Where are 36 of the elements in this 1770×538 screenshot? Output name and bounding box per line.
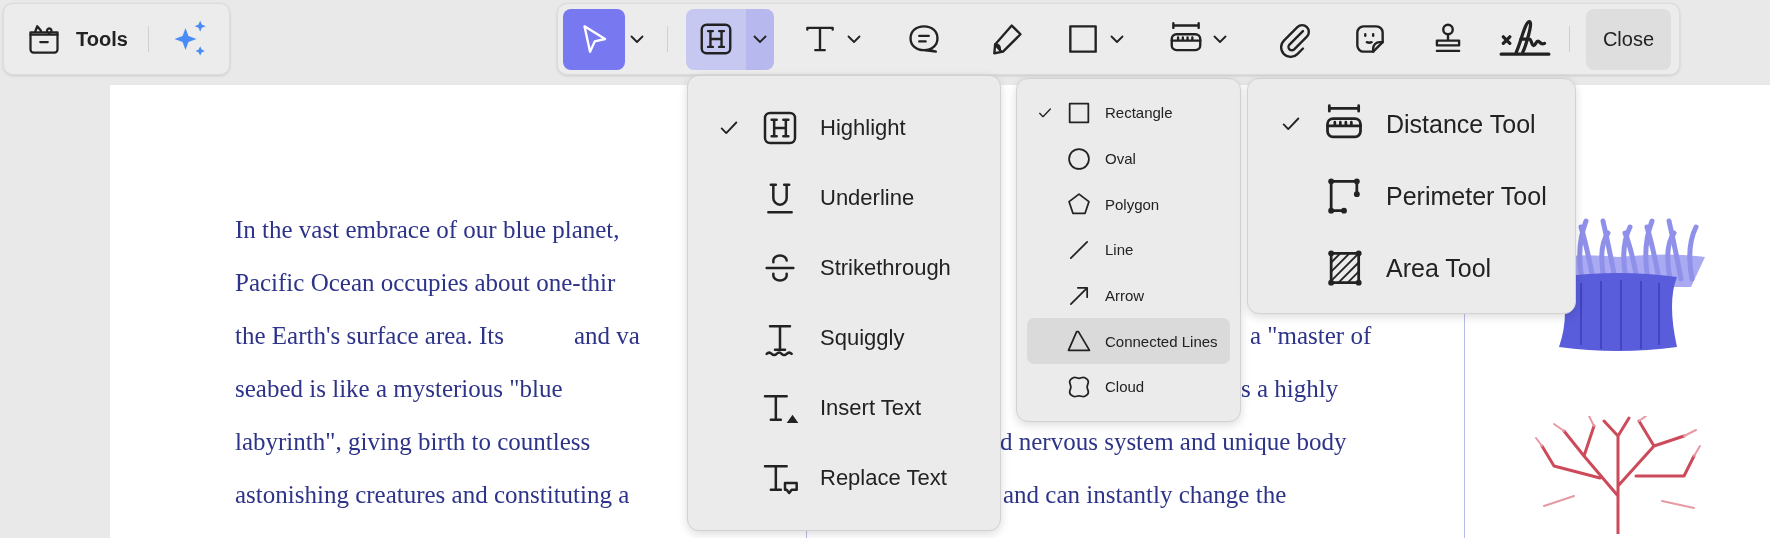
- menu-item[interactable]: Arrow: [1027, 272, 1230, 319]
- menu-item[interactable]: Connected Lines: [1027, 318, 1230, 365]
- document-text: a "master of: [1250, 321, 1372, 350]
- document-text: seabed is like a mysterious "blue: [235, 374, 563, 403]
- document-text: labyrinth", giving birth to countless: [235, 427, 591, 456]
- menu-item[interactable]: Highlight: [698, 93, 990, 163]
- chevron-down-icon: [630, 34, 644, 44]
- document-text: In the vast embrace of our blue planet,: [235, 215, 620, 244]
- document-text: and va: [573, 321, 640, 350]
- menu-item[interactable]: Rectangle: [1027, 90, 1230, 136]
- menu-item[interactable]: Distance Tool: [1260, 88, 1563, 160]
- select-tool-button[interactable]: [563, 8, 625, 70]
- chevron-down-icon: [1110, 34, 1124, 44]
- chevron-down-icon: [847, 34, 861, 44]
- menu-item[interactable]: Area Tool: [1260, 232, 1563, 304]
- menu-item[interactable]: Line: [1027, 227, 1230, 273]
- menu-item[interactable]: Squiggly: [698, 303, 990, 373]
- menu-item[interactable]: Oval: [1027, 135, 1230, 182]
- close-button[interactable]: Close: [1586, 8, 1671, 70]
- document-text: d nervous system and unique body: [1000, 427, 1347, 456]
- chevron-down-icon: [1213, 34, 1227, 44]
- document-text: and can instantly change the: [1003, 480, 1287, 509]
- document-text: astonishing creatures and constituting a: [235, 480, 630, 509]
- menu-item[interactable]: Underline: [698, 163, 990, 233]
- menu-item[interactable]: Polygon: [1027, 181, 1230, 228]
- chevron-down-icon: [753, 34, 767, 44]
- menu-item[interactable]: Perimeter Tool: [1260, 160, 1563, 232]
- document-text: Pacific Ocean occupies about one-thir: [235, 268, 616, 297]
- document-text: the Earth's surface area. Its: [235, 321, 504, 350]
- document-text: s a highly: [1241, 374, 1339, 403]
- menu-item[interactable]: Insert Text: [698, 373, 990, 443]
- menu-item[interactable]: Cloud: [1027, 364, 1230, 410]
- tools-label[interactable]: Tools: [76, 27, 128, 51]
- menu-item[interactable]: Replace Text: [698, 443, 990, 513]
- menu-item[interactable]: Strikethrough: [698, 233, 990, 303]
- highlight-tool-button[interactable]: [686, 8, 746, 70]
